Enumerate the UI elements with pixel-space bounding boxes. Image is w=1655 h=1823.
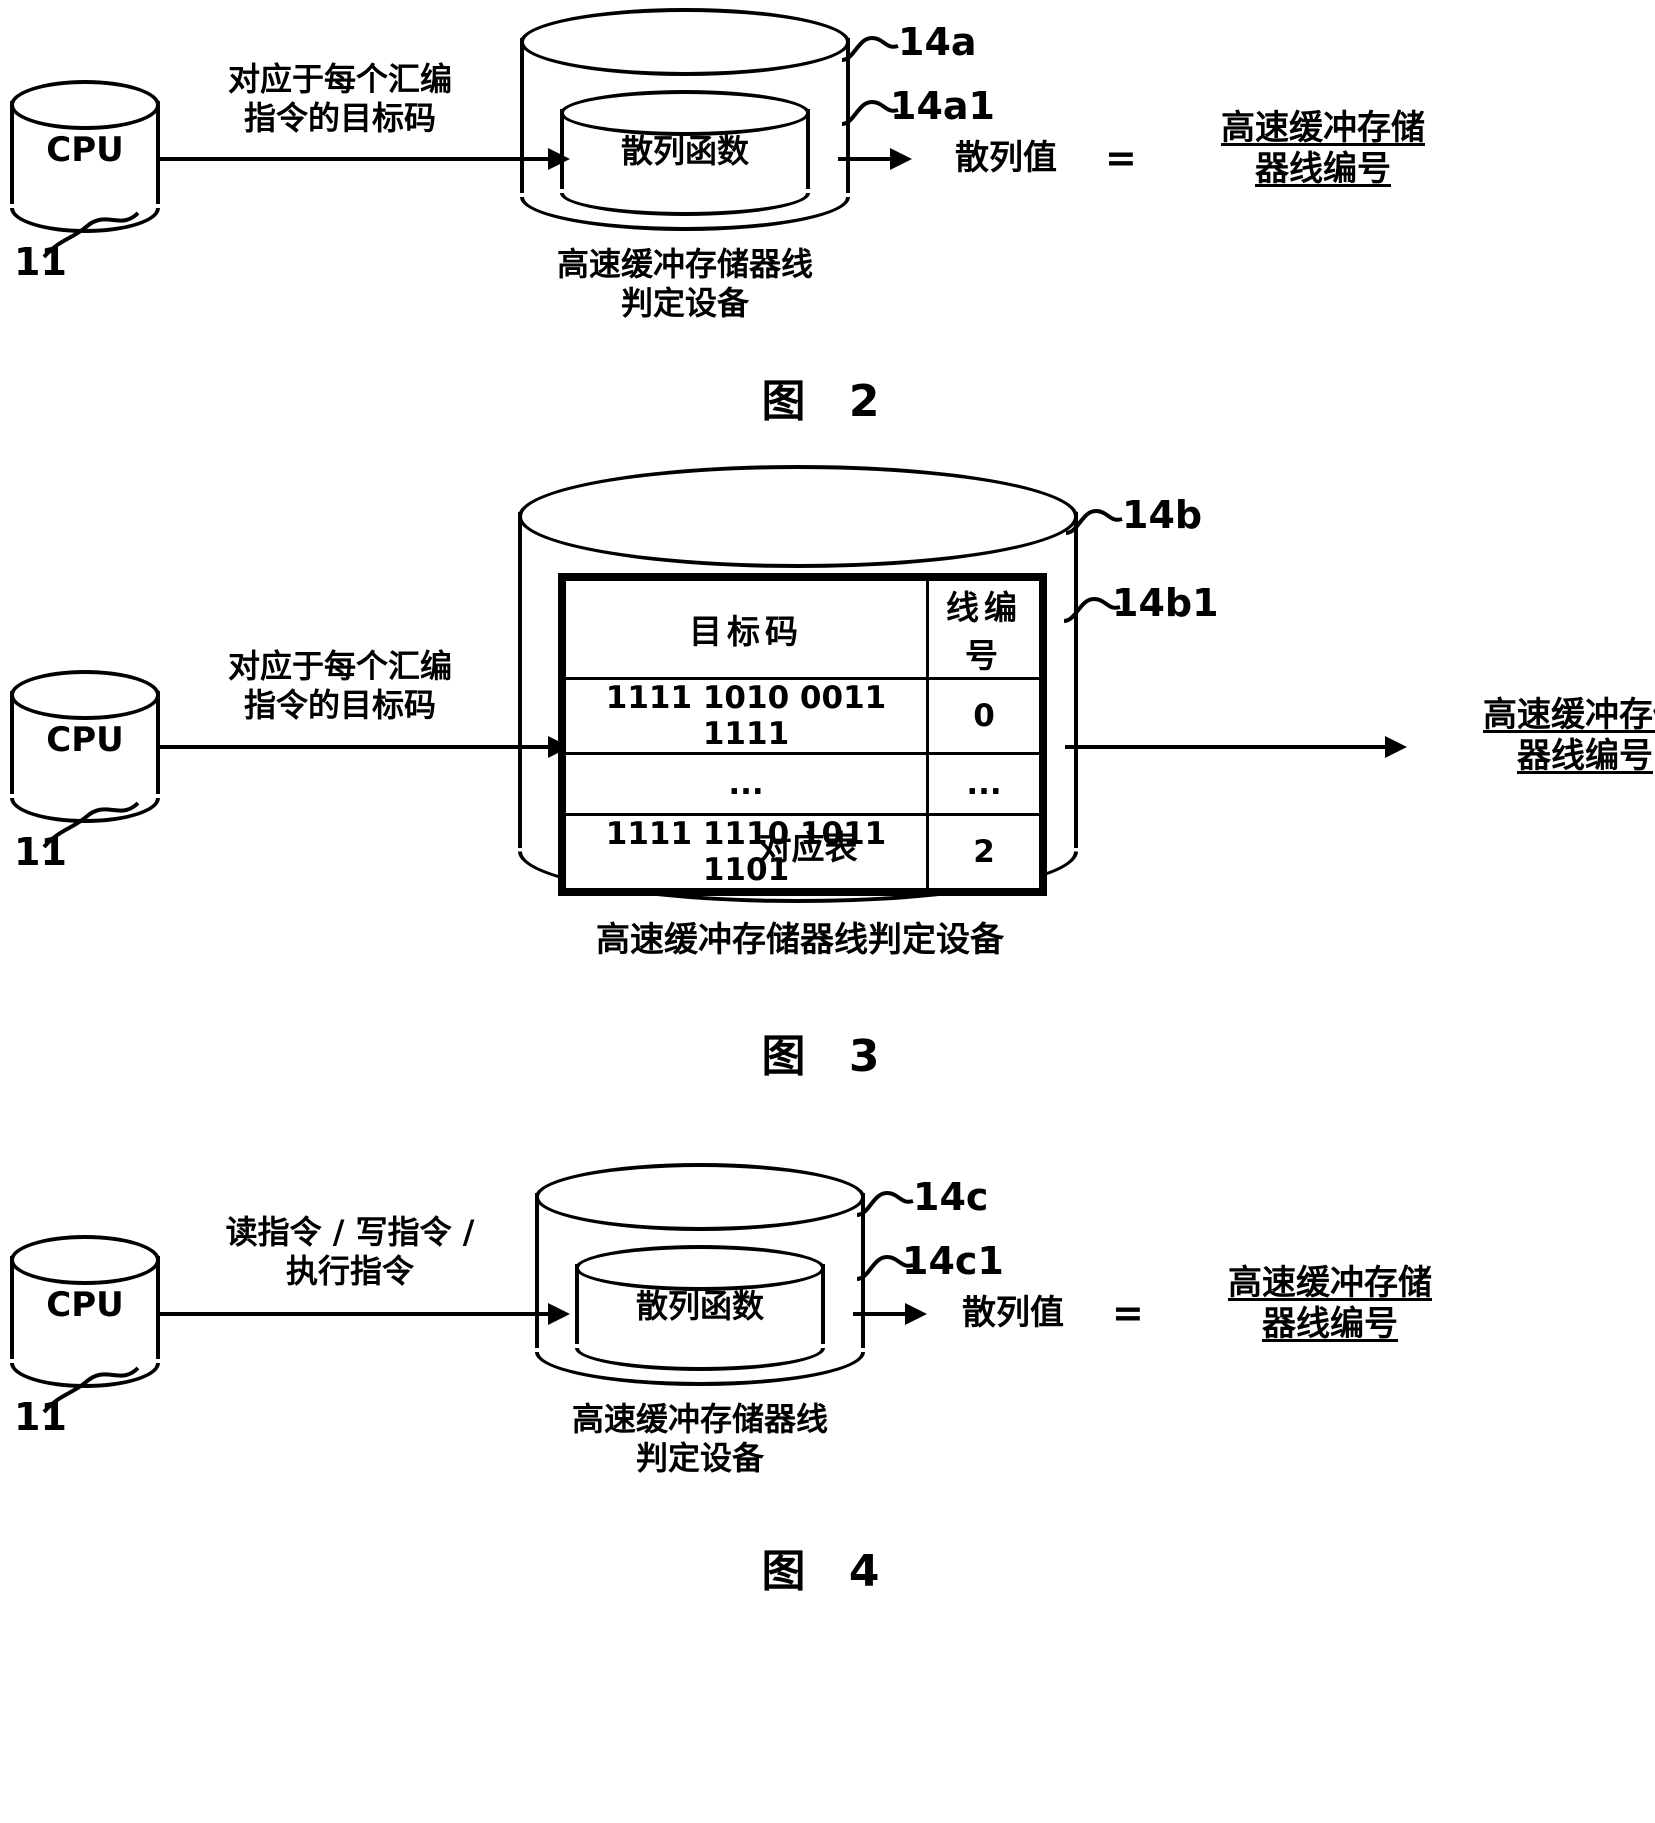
equals-sign-fig4: = bbox=[1112, 1291, 1144, 1335]
hash-function-label-fig2: 散列函数 bbox=[620, 132, 749, 170]
device-label-fig3: 高速缓冲存储器线判定设备 bbox=[596, 920, 1004, 960]
cell-linenumber: 0 bbox=[926, 677, 1042, 755]
arrow-label-fig4: 读指令 / 写指令 / 执行指令 bbox=[225, 1213, 475, 1291]
table-row: ... ... bbox=[563, 752, 1042, 816]
cell-objectcode: ... bbox=[563, 752, 929, 816]
ref-14c: 14c bbox=[913, 1175, 989, 1219]
cpu-label: CPU bbox=[46, 1285, 124, 1325]
table-header-linenumber: 线编号 bbox=[926, 578, 1042, 680]
device-label-fig2: 高速缓冲存储器线 判定设备 bbox=[556, 245, 813, 323]
inner-cylinder-fig2: 散列函数 bbox=[560, 90, 810, 216]
arrow-label-fig2: 对应于每个汇编 指令的目标码 bbox=[227, 60, 452, 138]
ref-14a: 14a bbox=[898, 20, 977, 64]
hash-function-label-fig4: 散列函数 bbox=[635, 1287, 764, 1325]
cpu-ref-number-fig2: 11 bbox=[14, 240, 67, 284]
cpu-ref-number-fig4: 11 bbox=[14, 1395, 67, 1439]
figure-4: CPU 11 读指令 / 写指令 / 执行指令 散列函数 14c 14c1 散列… bbox=[0, 1145, 1655, 1765]
equals-sign-fig2: = bbox=[1105, 136, 1137, 180]
flow-arrow-line-fig3 bbox=[160, 745, 560, 749]
output-arrow-line-fig3 bbox=[1065, 745, 1395, 749]
cell-objectcode: 1111 1010 0011 1111 bbox=[563, 677, 929, 755]
cache-line-number-label-fig2: 高速缓冲存储 器线编号 bbox=[1221, 108, 1425, 190]
cpu-label: CPU bbox=[46, 130, 124, 170]
figure-3: CPU 11 对应于每个汇编 指令的目标码 目标码 线编号 1111 1010 … bbox=[0, 455, 1655, 1085]
device-label-fig4: 高速缓冲存储器线 判定设备 bbox=[571, 1400, 828, 1478]
output-arrow-head-fig3 bbox=[1385, 736, 1407, 758]
cache-line-number-label-fig3: 高速缓冲存储 器线编号 bbox=[1483, 695, 1655, 777]
inner-cylinder-fig4: 散列函数 bbox=[575, 1245, 825, 1371]
figure-caption-4: 图 4 bbox=[761, 1546, 894, 1597]
figure-caption-2: 图 2 bbox=[761, 376, 894, 427]
hash-value-label-fig4: 散列值 bbox=[962, 1293, 1064, 1333]
cpu-label: CPU bbox=[46, 720, 124, 760]
ref-14a1: 14a1 bbox=[890, 84, 995, 128]
table-header-row: 目标码 线编号 bbox=[563, 578, 1042, 680]
ref-14b1: 14b1 bbox=[1112, 581, 1219, 625]
table-caption-fig3: 对应表 bbox=[758, 828, 858, 867]
hash-value-label-fig2: 散列值 bbox=[955, 138, 1057, 178]
ref-14b: 14b bbox=[1122, 493, 1203, 537]
table-header-objectcode: 目标码 bbox=[563, 578, 929, 680]
figure-caption-3: 图 3 bbox=[761, 1031, 894, 1082]
cell-linenumber: ... bbox=[926, 752, 1042, 816]
flow-arrow-line-fig4 bbox=[160, 1312, 560, 1316]
cpu-cylinder-fig3: CPU bbox=[10, 670, 160, 823]
cache-line-number-label-fig4: 高速缓冲存储 器线编号 bbox=[1228, 1263, 1432, 1345]
flow-arrow-line-fig2 bbox=[160, 157, 560, 161]
ref-14c1: 14c1 bbox=[902, 1239, 1004, 1283]
cpu-cylinder-fig4: CPU bbox=[10, 1235, 160, 1388]
table-row: 1111 1010 0011 1111 0 bbox=[563, 677, 1042, 755]
figure-2: CPU 11 对应于每个汇编 指令的目标码 散列函数 14a 14a1 散列值 … bbox=[0, 0, 1655, 427]
output-arrow-head-fig2 bbox=[890, 148, 912, 170]
arrow-label-fig3: 对应于每个汇编 指令的目标码 bbox=[227, 647, 452, 725]
cpu-ref-number-fig3: 11 bbox=[14, 830, 67, 874]
cpu-cylinder-fig2: CPU bbox=[10, 80, 160, 233]
output-arrow-head-fig4 bbox=[905, 1303, 927, 1325]
